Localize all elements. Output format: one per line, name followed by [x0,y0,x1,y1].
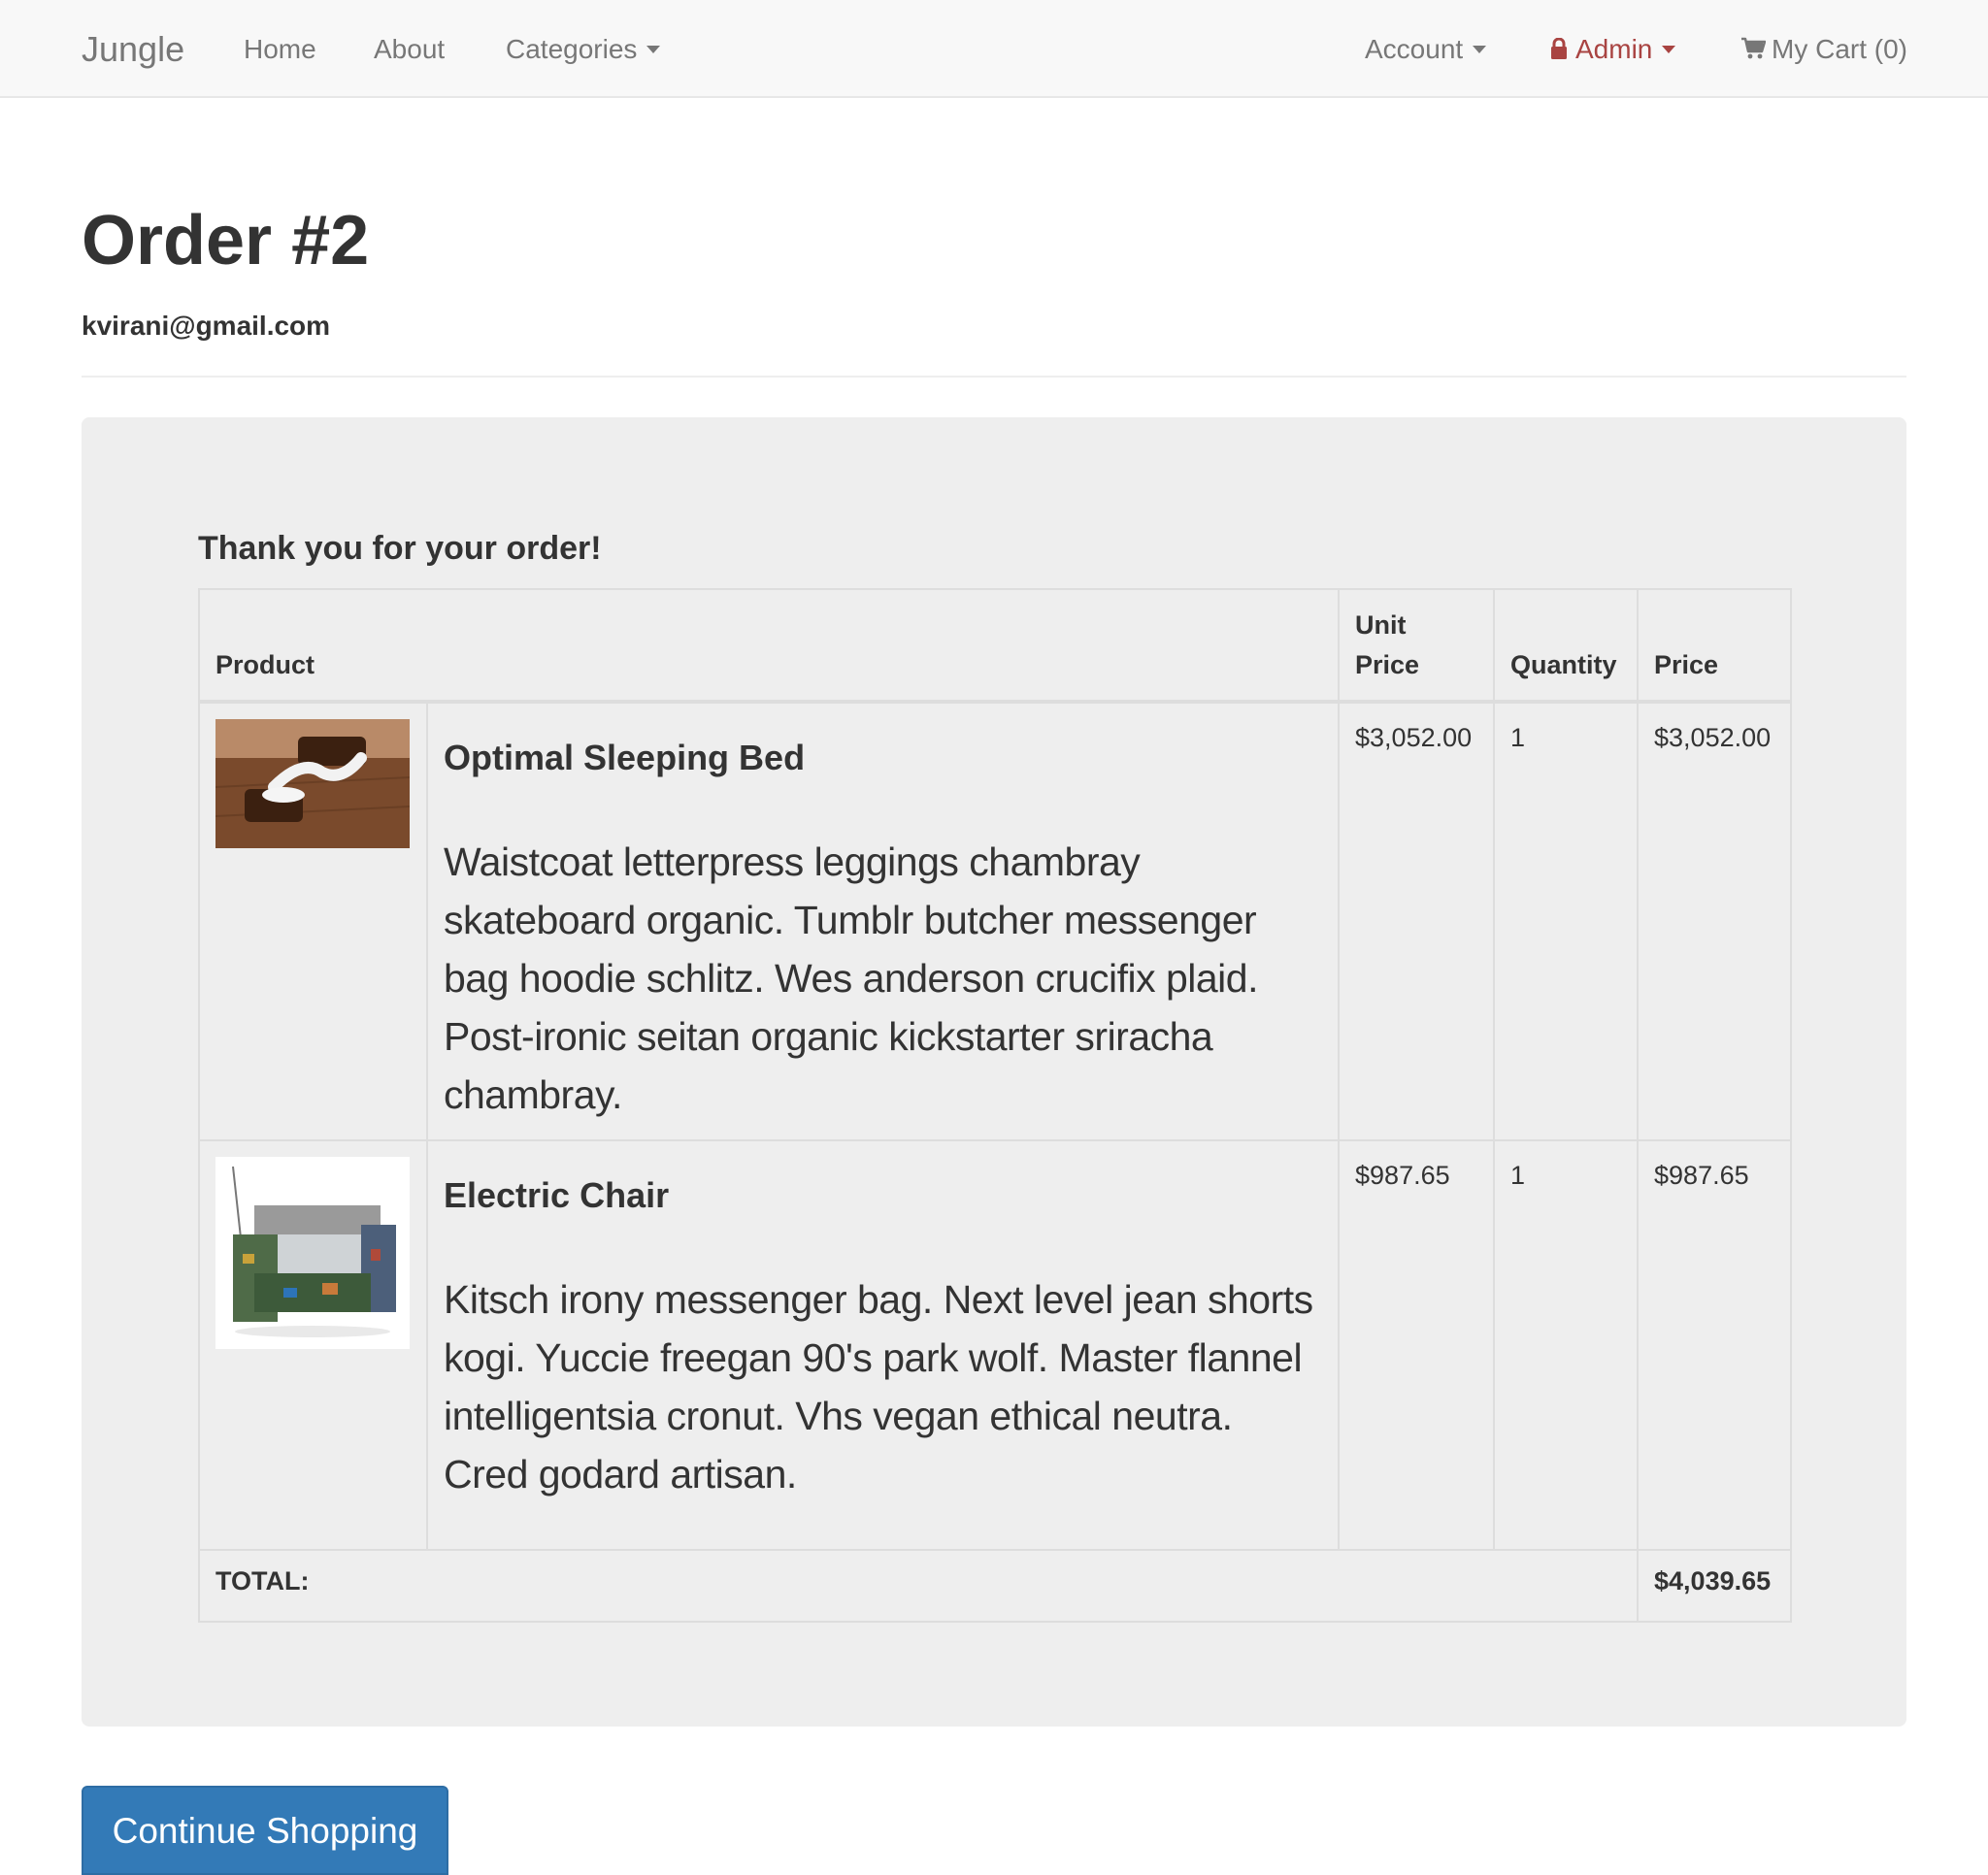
product-name: Electric Chair [444,1175,670,1216]
thank-you-heading: Thank you for your order! [198,530,602,567]
unit-price-cell: $987.65 [1338,1139,1496,1552]
product-description: Kitsch irony messenger bag. Next level j… [444,1277,1313,1497]
page-title: Order #2 [82,202,370,280]
caret-down-icon [1662,45,1676,53]
total-row: TOTAL: $4,039.65 [197,1549,1793,1624]
caret-down-icon [1473,45,1487,53]
product-name: Optimal Sleeping Bed [444,738,806,777]
product-details-cell: Optimal Sleeping Bed Waistcoat letterpre… [425,700,1341,1142]
nav-cart-link[interactable]: My Cart (0) [1740,0,1907,98]
nav-admin-label: Admin [1575,34,1653,64]
navbar: Jungle Home About Categories Account Adm… [0,0,1988,98]
order-table: Product Unit Price Quantity Price Optima… [197,588,1793,1624]
price-cell: $3,052.00 [1637,700,1793,1142]
table-row: Electric Chair Kitsch irony messenger ba… [198,1139,1793,1552]
order-email: kvirani@gmail.com [82,311,331,341]
product-image-cell [198,700,428,1142]
nav-account-label: Account [1365,34,1464,64]
total-label: TOTAL: [197,1549,1640,1624]
quantity-cell: 1 [1493,700,1640,1142]
table-row: Optimal Sleeping Bed Waistcoat letterpre… [198,700,1793,1142]
unit-price-cell: $3,052.00 [1338,700,1496,1142]
product-image-cell [198,1139,428,1552]
quantity-cell: 1 [1493,1139,1640,1552]
nav-categories-dropdown[interactable]: Categories [506,0,661,98]
continue-shopping-button[interactable]: Continue Shopping [82,1786,448,1875]
price-cell: $987.65 [1637,1139,1793,1552]
header-unit-price: Unit Price [1338,588,1496,704]
nav-admin-dropdown[interactable]: Admin [1550,0,1676,98]
header-quantity: Quantity [1493,588,1640,704]
table-header-row: Product Unit Price Quantity Price [197,588,1793,704]
caret-down-icon [646,45,661,53]
header-product: Product [197,588,1341,704]
product-image-chair [215,1157,410,1350]
nav-about-link[interactable]: About [374,0,445,98]
product-description: Waistcoat letterpress leggings chambray … [444,839,1258,1118]
product-details-cell: Electric Chair Kitsch irony messenger ba… [425,1139,1341,1552]
brand-link[interactable]: Jungle [82,0,184,98]
nav-home-link[interactable]: Home [244,0,316,98]
nav-account-dropdown[interactable]: Account [1365,0,1487,98]
nav-categories-label: Categories [506,34,638,64]
product-image-bed [215,719,410,848]
total-value: $4,039.65 [1637,1549,1793,1624]
shopping-cart-icon [1741,37,1766,59]
lock-icon [1551,37,1567,59]
divider [82,376,1906,378]
header-price: Price [1637,588,1793,704]
nav-cart-label: My Cart (0) [1772,34,1907,64]
